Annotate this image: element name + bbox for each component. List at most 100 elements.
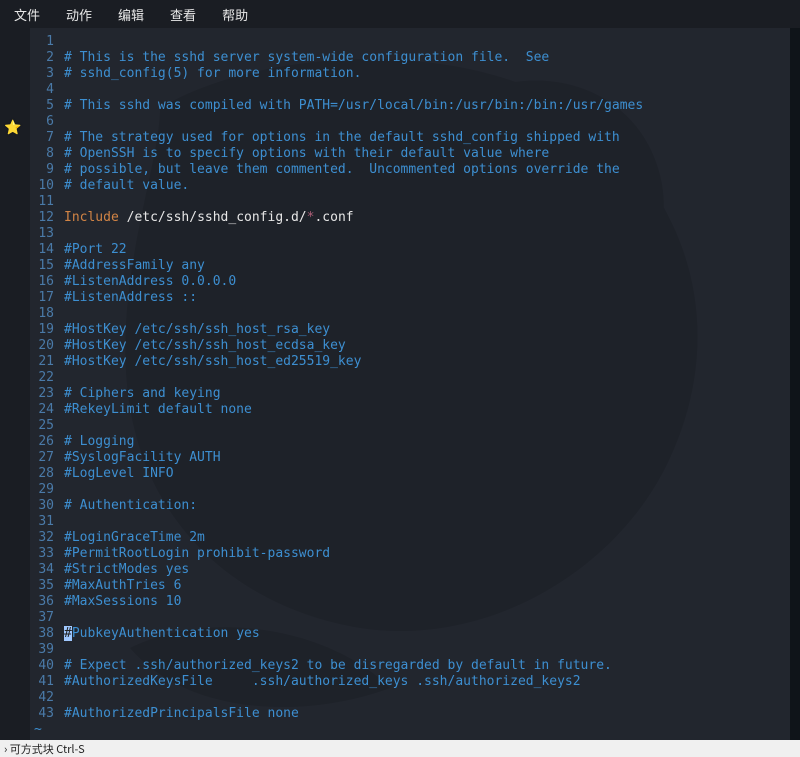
menu-edit[interactable]: 编辑 [112,1,150,28]
menubar: 文件 动作 编辑 查看 帮助 [0,0,800,28]
code-line[interactable]: 4 [30,82,790,98]
code-line[interactable]: 25 [30,418,790,434]
line-content[interactable] [60,226,64,242]
code-line[interactable]: 11 [30,194,790,210]
code-line[interactable]: 6 [30,114,790,130]
line-content[interactable]: #StrictModes yes [60,562,189,578]
line-content[interactable] [60,82,64,98]
line-content[interactable]: #AuthorizedKeysFile .ssh/authorized_keys… [60,674,581,690]
code-line[interactable]: 12Include /etc/ssh/sshd_config.d/*.conf [30,210,790,226]
code-line[interactable]: 27#SyslogFacility AUTH [30,450,790,466]
code-line[interactable]: 1 [30,34,790,50]
code-line[interactable]: 31 [30,514,790,530]
line-content[interactable]: #MaxSessions 10 [60,594,181,610]
code-line[interactable]: 43#AuthorizedPrincipalsFile none [30,706,790,722]
code-area[interactable]: 12# This is the sshd server system-wide … [30,28,790,722]
line-content[interactable]: #LoginGraceTime 2m [60,530,205,546]
line-content[interactable]: # The strategy used for options in the d… [60,130,620,146]
line-content[interactable] [60,194,64,210]
bookmark-star-icon[interactable]: ⭐ [4,120,21,136]
line-content[interactable] [60,482,64,498]
line-content[interactable] [60,114,64,130]
code-line[interactable]: 28#LogLevel INFO [30,466,790,482]
code-line[interactable]: 2# This is the sshd server system-wide c… [30,50,790,66]
code-line[interactable]: 39 [30,642,790,658]
menu-file[interactable]: 文件 [8,1,46,28]
code-line[interactable]: 24#RekeyLimit default none [30,402,790,418]
code-line[interactable]: 7# The strategy used for options in the … [30,130,790,146]
code-line[interactable]: 10# default value. [30,178,790,194]
menu-help[interactable]: 帮助 [216,1,254,28]
line-content[interactable]: # Expect .ssh/authorized_keys2 to be dis… [60,658,612,674]
code-line[interactable]: 26# Logging [30,434,790,450]
line-content[interactable]: #ListenAddress 0.0.0.0 [60,274,236,290]
code-line[interactable]: 18 [30,306,790,322]
code-line[interactable]: 9# possible, but leave them commented. U… [30,162,790,178]
code-line[interactable]: 19#HostKey /etc/ssh/ssh_host_rsa_key [30,322,790,338]
text-editor[interactable]: 12# This is the sshd server system-wide … [30,28,790,740]
line-content[interactable]: #HostKey /etc/ssh/ssh_host_ed25519_key [60,354,361,370]
line-content[interactable]: # This sshd was compiled with PATH=/usr/… [60,98,643,114]
code-line[interactable]: 23# Ciphers and keying [30,386,790,402]
code-line[interactable]: 32#LoginGraceTime 2m [30,530,790,546]
line-content[interactable]: # Logging [60,434,134,450]
code-line[interactable]: 13 [30,226,790,242]
line-content[interactable] [60,514,64,530]
code-line[interactable]: 33#PermitRootLogin prohibit-password [30,546,790,562]
line-content[interactable] [60,690,64,706]
code-line[interactable]: 30# Authentication: [30,498,790,514]
line-content[interactable]: #RekeyLimit default none [60,402,252,418]
line-content[interactable] [60,642,64,658]
line-content[interactable]: #ListenAddress :: [60,290,197,306]
line-content[interactable]: #AddressFamily any [60,258,205,274]
line-content[interactable] [60,370,64,386]
code-line[interactable]: 29 [30,482,790,498]
line-content[interactable] [60,306,64,322]
line-content[interactable]: #Port 22 [60,242,127,258]
line-content[interactable]: #HostKey /etc/ssh/ssh_host_rsa_key [60,322,330,338]
code-line[interactable]: 37 [30,610,790,626]
code-line[interactable]: 16#ListenAddress 0.0.0.0 [30,274,790,290]
code-line[interactable]: 41#AuthorizedKeysFile .ssh/authorized_ke… [30,674,790,690]
line-content[interactable] [60,610,64,626]
line-content[interactable]: # possible, but leave them commented. Un… [60,162,620,178]
line-content[interactable] [60,34,64,50]
line-number: 33 [30,546,60,562]
code-line[interactable]: 8# OpenSSH is to specify options with th… [30,146,790,162]
code-line[interactable]: 17#ListenAddress :: [30,290,790,306]
line-number: 17 [30,290,60,306]
line-content[interactable]: #HostKey /etc/ssh/ssh_host_ecdsa_key [60,338,346,354]
line-content[interactable]: #PermitRootLogin prohibit-password [60,546,330,562]
code-line[interactable]: 21#HostKey /etc/ssh/ssh_host_ed25519_key [30,354,790,370]
line-content[interactable]: # OpenSSH is to specify options with the… [60,146,549,162]
line-content[interactable]: # default value. [60,178,189,194]
code-line[interactable]: 38#PubkeyAuthentication yes [30,626,790,642]
code-line[interactable]: 15#AddressFamily any [30,258,790,274]
code-line[interactable]: 36#MaxSessions 10 [30,594,790,610]
code-line[interactable]: 40# Expect .ssh/authorized_keys2 to be d… [30,658,790,674]
line-content[interactable]: #AuthorizedPrincipalsFile none [60,706,299,722]
line-content[interactable]: #MaxAuthTries 6 [60,578,181,594]
menu-view[interactable]: 查看 [164,1,202,28]
code-line[interactable]: 42 [30,690,790,706]
line-content[interactable]: #SyslogFacility AUTH [60,450,221,466]
line-number: 38 [30,626,60,642]
line-content[interactable]: # sshd_config(5) for more information. [60,66,361,82]
line-number: 42 [30,690,60,706]
line-content[interactable]: # Authentication: [60,498,197,514]
code-line[interactable]: 22 [30,370,790,386]
code-line[interactable]: 14#Port 22 [30,242,790,258]
line-content[interactable]: Include /etc/ssh/sshd_config.d/*.conf [60,210,354,226]
line-content[interactable]: # This is the sshd server system-wide co… [60,50,549,66]
code-line[interactable]: 5# This sshd was compiled with PATH=/usr… [30,98,790,114]
line-content[interactable]: # Ciphers and keying [60,386,221,402]
code-line[interactable]: 3# sshd_config(5) for more information. [30,66,790,82]
code-line[interactable]: 20#HostKey /etc/ssh/ssh_host_ecdsa_key [30,338,790,354]
code-line[interactable]: 35#MaxAuthTries 6 [30,578,790,594]
line-content[interactable]: #LogLevel INFO [60,466,174,482]
line-content[interactable] [60,418,64,434]
line-number: 36 [30,594,60,610]
code-line[interactable]: 34#StrictModes yes [30,562,790,578]
line-content[interactable]: #PubkeyAuthentication yes [60,626,260,642]
menu-action[interactable]: 动作 [60,1,98,28]
